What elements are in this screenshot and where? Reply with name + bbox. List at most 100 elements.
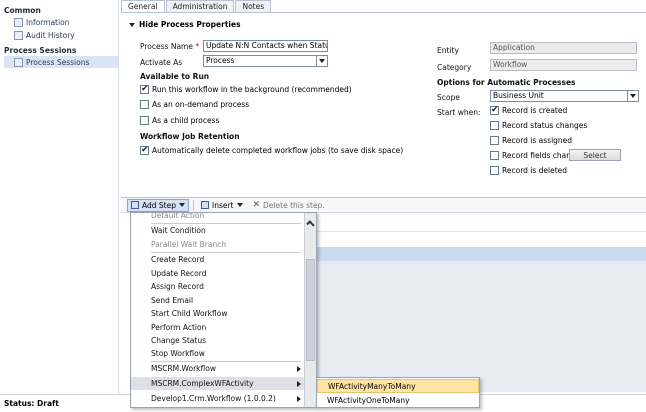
- audit-history-icon: [14, 30, 23, 40]
- nav-item-process-sessions[interactable]: Process Sessions: [4, 56, 118, 68]
- menu-item-start-child-workflow[interactable]: Start Child Workflow: [131, 307, 305, 320]
- nav-item-information[interactable]: Information: [14, 16, 69, 28]
- menu-item-wait-condition[interactable]: Wait Condition: [131, 224, 305, 237]
- submenu-arrow-icon: [297, 381, 301, 387]
- menu-item-parallel-wait-branch[interactable]: Parallel Wait Branch: [131, 238, 305, 251]
- submenu-item-wfactivitymanytomany[interactable]: WFActivityManyToMany: [317, 379, 479, 393]
- add-step-icon: [131, 201, 139, 209]
- retention-heading: Workflow Job Retention: [140, 132, 240, 141]
- menu-item-develop1-crm-workflow[interactable]: Develop1.Crm.Workflow (1.0.0.2): [131, 392, 305, 405]
- menu-item-mscrm-complexwfactivity[interactable]: MSCRM.ComplexWFActivity: [131, 377, 305, 390]
- record-assigned-option[interactable]: Record is assigned: [490, 136, 572, 145]
- category-field: Workflow: [490, 59, 637, 71]
- chevron-down-icon: [319, 59, 325, 63]
- auto-delete-option[interactable]: Automatically delete completed workflow …: [140, 144, 404, 156]
- menu-item-assign-record[interactable]: Assign Record: [131, 280, 305, 293]
- record-deleted-checkbox[interactable]: [490, 166, 499, 175]
- menu-item-perform-action[interactable]: Perform Action: [131, 321, 305, 334]
- submenu-arrow-icon: [297, 396, 301, 402]
- status-text: Status: Draft: [4, 399, 59, 408]
- delete-step-label: Delete this step.: [263, 200, 325, 210]
- child-process-label: As a child process: [152, 116, 220, 125]
- start-when-label: Start when:: [437, 108, 481, 117]
- nav-group-common: Common: [4, 6, 41, 15]
- nav-item-label: Information: [26, 17, 70, 27]
- form-tabs: General Administration Notes: [121, 0, 272, 12]
- tab-administration[interactable]: Administration: [165, 0, 235, 12]
- complexwfactivity-submenu: WFActivityManyToMany WFActivityOneToMany: [316, 377, 480, 408]
- dropdown-arrow: [316, 56, 327, 66]
- toolbar-separator: [192, 199, 194, 211]
- child-process-option[interactable]: As a child process: [140, 116, 219, 125]
- information-icon: [14, 17, 23, 27]
- menu-item-send-email[interactable]: Send Email: [131, 294, 305, 307]
- delete-step-button[interactable]: ✕ Delete this step.: [250, 199, 328, 212]
- editor-canvas: [316, 261, 646, 392]
- menu-item-update-record[interactable]: Update Record: [131, 267, 305, 280]
- menu-item-label: MSCRM.Workflow: [151, 364, 216, 373]
- process-name-label-text: Process Name: [140, 42, 193, 51]
- status-changes-option[interactable]: Record status changes: [490, 121, 587, 130]
- record-assigned-label: Record is assigned: [502, 136, 573, 145]
- submenu-item-wfactivityonetomany[interactable]: WFActivityOneToMany: [317, 393, 479, 407]
- editor-header-strip: [316, 220, 646, 232]
- menu-scrollbar[interactable]: [304, 213, 316, 407]
- tab-notes[interactable]: Notes: [235, 0, 272, 12]
- menu-item-create-record[interactable]: Create Record: [131, 253, 305, 266]
- step-toolbar: Add Step Insert ✕ Delete this step.: [121, 197, 646, 213]
- entity-field: Application: [490, 42, 637, 54]
- menu-item-mscrm-workflow[interactable]: MSCRM.Workflow: [131, 362, 305, 375]
- activate-as-select[interactable]: Process: [203, 55, 328, 67]
- status-changes-label: Record status changes: [502, 121, 588, 130]
- on-demand-option[interactable]: As an on-demand process: [140, 100, 249, 109]
- insert-button[interactable]: Insert: [198, 199, 246, 212]
- nav-item-label: Audit History: [26, 30, 75, 40]
- entity-label: Entity: [437, 46, 459, 55]
- insert-label: Insert: [211, 200, 234, 210]
- chevron-down-icon: [178, 203, 185, 207]
- menu-item-label: MSCRM.ComplexWFActivity: [151, 379, 254, 388]
- collapse-triangle-icon: [129, 22, 135, 27]
- run-background-checkbox[interactable]: [140, 83, 149, 95]
- menu-item-change-status[interactable]: Change Status: [131, 334, 305, 347]
- category-label: Category: [437, 63, 472, 72]
- automatic-options-heading: Options for Automatic Processes: [437, 78, 576, 87]
- record-created-option[interactable]: Record is created: [490, 104, 568, 116]
- run-background-label: Run this workflow in the background (rec…: [152, 85, 352, 94]
- run-background-option[interactable]: Run this workflow in the background (rec…: [140, 83, 352, 95]
- add-step-button[interactable]: Add Step: [127, 198, 189, 212]
- submenu-arrow-icon: [297, 366, 301, 372]
- section-title: Hide Process Properties: [139, 20, 241, 29]
- menu-item-stop-workflow[interactable]: Stop Workflow: [131, 347, 305, 360]
- auto-delete-label: Automatically delete completed workflow …: [152, 146, 404, 155]
- record-deleted-option[interactable]: Record is deleted: [490, 166, 567, 175]
- chevron-up-icon[interactable]: [306, 220, 315, 229]
- selected-step-row[interactable]: [316, 247, 646, 261]
- menu-item-default-action[interactable]: Default Action: [131, 213, 305, 222]
- hide-properties-toggle[interactable]: Hide Process Properties: [129, 20, 241, 29]
- available-to-run-heading: Available to Run: [140, 72, 210, 81]
- process-name-input[interactable]: Update N:N Contacts when Status Chan: [203, 40, 328, 52]
- required-mark: *: [195, 42, 200, 51]
- add-step-label: Add Step: [142, 200, 176, 210]
- record-created-label: Record is created: [502, 106, 568, 115]
- nav-item-label: Process Sessions: [26, 57, 90, 67]
- activate-as-label: Activate As: [140, 58, 183, 67]
- left-navigation: Common Information Audit History Process…: [0, 0, 119, 394]
- tab-general[interactable]: General: [121, 0, 165, 12]
- scope-select[interactable]: Business Unit: [490, 90, 639, 102]
- fields-change-checkbox[interactable]: [490, 151, 499, 160]
- on-demand-checkbox[interactable]: [140, 100, 149, 109]
- delete-icon: ✕: [252, 200, 261, 210]
- select-fields-button[interactable]: Select: [569, 149, 621, 161]
- status-changes-checkbox[interactable]: [490, 121, 499, 130]
- dropdown-arrow: [627, 91, 638, 101]
- menu-scroll-thumb[interactable]: [306, 259, 315, 361]
- record-assigned-checkbox[interactable]: [490, 136, 499, 145]
- add-step-menu: Default Action Wait Condition Parallel W…: [130, 212, 317, 408]
- child-process-checkbox[interactable]: [140, 116, 149, 125]
- auto-delete-checkbox[interactable]: [140, 144, 149, 156]
- nav-item-audit-history[interactable]: Audit History: [14, 29, 75, 41]
- record-created-checkbox[interactable]: [490, 104, 499, 116]
- fields-change-option[interactable]: Record fields change: [490, 151, 580, 160]
